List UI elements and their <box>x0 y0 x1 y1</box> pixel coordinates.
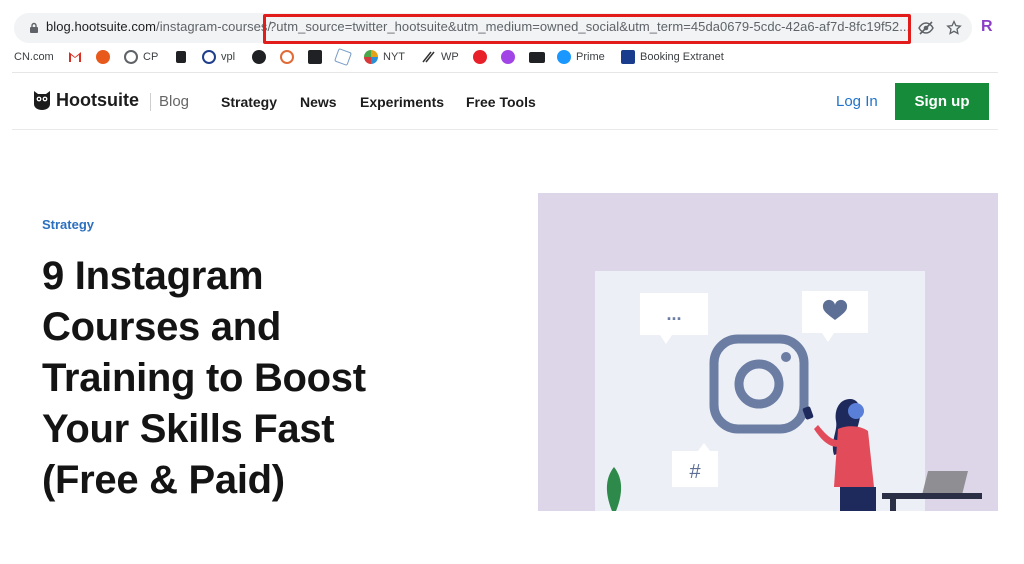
prime-icon <box>557 50 571 64</box>
article-category[interactable]: Strategy <box>42 217 94 232</box>
bbc-icon <box>529 51 545 63</box>
signup-button[interactable]: Sign up <box>895 83 989 120</box>
headline-line: 9 Instagram <box>42 254 264 298</box>
nav-strategy[interactable]: Strategy <box>221 94 277 110</box>
t-icon <box>252 50 266 64</box>
bookmark-item[interactable] <box>308 49 327 65</box>
booking-icon <box>621 50 635 64</box>
bookmark-item[interactable]: Booking Extranet <box>621 49 724 65</box>
bookmark-item[interactable] <box>68 49 82 65</box>
url-path: /instagram-courses/ <box>156 19 272 34</box>
article-headline: 9 Instagram Courses and Training to Boos… <box>42 251 482 506</box>
login-link[interactable]: Log In <box>836 93 878 110</box>
wp-icon <box>422 51 435 63</box>
hash-text: # <box>689 461 701 483</box>
bookmark-label: CP <box>143 51 159 63</box>
globe-icon <box>124 50 138 64</box>
headline-line: Your Skills Fast <box>42 407 335 451</box>
vpl-icon <box>202 50 216 64</box>
instagram-illustration: ... # <box>595 271 982 511</box>
star-icon[interactable] <box>946 20 962 36</box>
square-icon <box>308 50 322 64</box>
bookmark-item[interactable] <box>96 49 115 65</box>
url-host: blog.hootsuite.com <box>46 19 157 34</box>
bookmark-label: CN.com <box>14 51 54 63</box>
gmail-icon <box>69 52 81 62</box>
bookmark-item[interactable] <box>501 49 520 65</box>
profile-avatar[interactable]: R <box>981 18 993 36</box>
swirl-icon <box>280 50 294 64</box>
bookmark-item[interactable]: CP <box>124 49 158 65</box>
logo-wordmark: Hootsuite <box>56 89 139 110</box>
nav-free-tools[interactable]: Free Tools <box>466 94 536 110</box>
bookmark-item[interactable]: NYT <box>364 49 405 65</box>
bookmark-item[interactable]: CN.com <box>14 49 54 65</box>
site-header: Hootsuite Blog Strategy News Experiments… <box>12 72 998 130</box>
bookmarks-bar: CN.com CP vpl NYT WP Prime Booking Extra… <box>0 46 1024 68</box>
blog-link[interactable]: Blog <box>159 93 189 110</box>
logo-divider <box>150 93 151 111</box>
duckduckgo-icon <box>96 50 110 64</box>
bookmark-item[interactable]: vpl <box>202 49 235 65</box>
lock-icon[interactable] <box>28 22 40 34</box>
messenger-icon <box>501 50 515 64</box>
hootsuite-logo[interactable]: Hootsuite <box>32 89 139 111</box>
bookmark-label: vpl <box>221 51 236 63</box>
url-highlight-annotation <box>263 14 911 44</box>
headline-line: (Free & Paid) <box>42 458 285 502</box>
browser-toolbar: blog.hootsuite.com/instagram-courses/ ?u… <box>0 0 1024 44</box>
bookmark-item[interactable] <box>176 49 191 65</box>
headline-line: Courses and <box>42 305 281 349</box>
shield-icon <box>176 51 186 63</box>
dots-text: ... <box>666 304 681 324</box>
bookmark-item[interactable] <box>473 49 492 65</box>
nav-experiments[interactable]: Experiments <box>360 94 444 110</box>
bookmark-item[interactable]: Prime <box>557 49 605 65</box>
pinwheel-icon <box>364 50 378 64</box>
eye-off-icon[interactable] <box>918 20 934 36</box>
bookmark-item[interactable] <box>252 49 271 65</box>
url-text[interactable]: blog.hootsuite.com/instagram-courses/ <box>46 19 271 34</box>
bookmark-label: WP <box>441 51 459 63</box>
bookmark-label: Booking Extranet <box>640 51 724 63</box>
bookmark-item[interactable] <box>280 49 299 65</box>
owl-icon <box>34 91 50 110</box>
bookmark-label: NYT <box>383 51 405 63</box>
bookmark-label: Prime <box>576 51 605 63</box>
bookmark-item[interactable] <box>529 49 550 65</box>
bookmark-item[interactable] <box>334 48 355 66</box>
red-circle-icon <box>473 50 487 64</box>
hero-illustration: ... # <box>538 193 998 511</box>
headline-line: Training to Boost <box>42 356 366 400</box>
nav-news[interactable]: News <box>300 94 337 110</box>
bookmark-icon <box>334 48 352 66</box>
bookmark-item[interactable]: WP <box>422 49 459 65</box>
